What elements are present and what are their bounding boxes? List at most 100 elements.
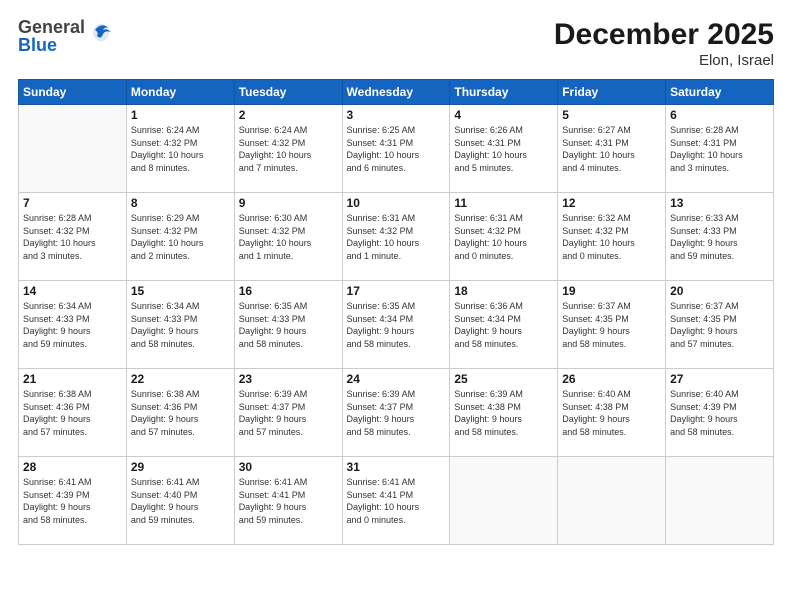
col-thursday: Thursday <box>450 80 558 105</box>
calendar-week-row: 21 Sunrise: 6:38 AM Sunset: 4:36 PM Dayli… <box>19 369 774 457</box>
location: Elon, Israel <box>554 52 774 69</box>
table-row: 11Sunrise: 6:31 AM Sunset: 4:32 PM Dayli… <box>450 193 558 281</box>
table-row <box>558 457 666 545</box>
logo-bird-icon <box>87 20 115 48</box>
table-row: 19Sunrise: 6:37 AM Sunset: 4:35 PM Dayli… <box>558 281 666 369</box>
day-info: Sunrise: 6:29 AM Sunset: 4:32 PM Dayligh… <box>131 212 230 262</box>
day-info: Sunrise: 6:35 AM Sunset: 4:34 PM Dayligh… <box>347 300 446 350</box>
table-row <box>19 105 127 193</box>
page: General Blue December 2025 Elon, Israel … <box>0 0 792 612</box>
day-number: 24 <box>347 372 446 386</box>
day-number: 1 <box>131 108 230 122</box>
day-number: 25 <box>454 372 553 386</box>
day-number: 30 <box>239 460 338 474</box>
day-number: 21 <box>23 372 122 386</box>
table-row: 23 Sunrise: 6:39 AM Sunset: 4:37 PM Dayli… <box>234 369 342 457</box>
day-info: Sunrise: 6:35 AM Sunset: 4:33 PM Dayligh… <box>239 300 338 350</box>
day-number: 28 <box>23 460 122 474</box>
day-info: Sunrise: 6:40 AM Sunset: 4:39 PM Dayligh… <box>670 388 769 438</box>
title-block: December 2025 Elon, Israel <box>554 18 774 69</box>
day-info: Sunrise: 6:40 AM Sunset: 4:38 PM Dayligh… <box>562 388 661 438</box>
table-row: 20Sunrise: 6:37 AM Sunset: 4:35 PM Dayli… <box>666 281 774 369</box>
day-number: 29 <box>131 460 230 474</box>
day-info: Sunrise: 6:41 AM Sunset: 4:41 PM Dayligh… <box>347 476 446 526</box>
day-number: 22 <box>131 372 230 386</box>
table-row: 25 Sunrise: 6:39 AM Sunset: 4:38 PM Dayli… <box>450 369 558 457</box>
table-row: 9Sunrise: 6:30 AM Sunset: 4:32 PM Daylig… <box>234 193 342 281</box>
day-info: Sunrise: 6:39 AM Sunset: 4:37 PM Dayligh… <box>347 388 446 438</box>
table-row <box>450 457 558 545</box>
calendar-week-row: 28 Sunrise: 6:41 AM Sunset: 4:39 PM Dayli… <box>19 457 774 545</box>
logo: General Blue <box>18 18 115 54</box>
day-number: 27 <box>670 372 769 386</box>
table-row: 27 Sunrise: 6:40 AM Sunset: 4:39 PM Dayli… <box>666 369 774 457</box>
day-number: 11 <box>454 196 553 210</box>
day-number: 2 <box>239 108 338 122</box>
day-info: Sunrise: 6:34 AM Sunset: 4:33 PM Dayligh… <box>131 300 230 350</box>
table-row: 21 Sunrise: 6:38 AM Sunset: 4:36 PM Dayli… <box>19 369 127 457</box>
table-row: 28 Sunrise: 6:41 AM Sunset: 4:39 PM Dayli… <box>19 457 127 545</box>
day-number: 10 <box>347 196 446 210</box>
table-row: 29 Sunrise: 6:41 AM Sunset: 4:40 PM Dayli… <box>126 457 234 545</box>
logo-general: General <box>18 18 85 36</box>
calendar-table: Sunday Monday Tuesday Wednesday Thursday… <box>18 79 774 545</box>
table-row: 14 Sunrise: 6:34 AM Sunset: 4:33 PM Dayli… <box>19 281 127 369</box>
col-sunday: Sunday <box>19 80 127 105</box>
day-number: 7 <box>23 196 122 210</box>
day-info: Sunrise: 6:34 AM Sunset: 4:33 PM Dayligh… <box>23 300 122 350</box>
calendar-week-row: 7 Sunrise: 6:28 AM Sunset: 4:32 PM Daylig… <box>19 193 774 281</box>
day-number: 4 <box>454 108 553 122</box>
day-info: Sunrise: 6:38 AM Sunset: 4:36 PM Dayligh… <box>23 388 122 438</box>
table-row: 26 Sunrise: 6:40 AM Sunset: 4:38 PM Dayli… <box>558 369 666 457</box>
table-row: 6 Sunrise: 6:28 AM Sunset: 4:31 PM Daylig… <box>666 105 774 193</box>
day-info: Sunrise: 6:28 AM Sunset: 4:32 PM Dayligh… <box>23 212 122 262</box>
col-monday: Monday <box>126 80 234 105</box>
table-row: 5Sunrise: 6:27 AM Sunset: 4:31 PM Daylig… <box>558 105 666 193</box>
day-info: Sunrise: 6:41 AM Sunset: 4:39 PM Dayligh… <box>23 476 122 526</box>
table-row: 10Sunrise: 6:31 AM Sunset: 4:32 PM Dayli… <box>342 193 450 281</box>
logo-text-block: General Blue <box>18 18 85 54</box>
logo-blue: Blue <box>18 36 85 54</box>
day-number: 12 <box>562 196 661 210</box>
day-info: Sunrise: 6:27 AM Sunset: 4:31 PM Dayligh… <box>562 124 661 174</box>
day-number: 31 <box>347 460 446 474</box>
day-number: 19 <box>562 284 661 298</box>
day-number: 14 <box>23 284 122 298</box>
day-info: Sunrise: 6:41 AM Sunset: 4:40 PM Dayligh… <box>131 476 230 526</box>
day-number: 6 <box>670 108 769 122</box>
table-row: 18 Sunrise: 6:36 AM Sunset: 4:34 PM Dayli… <box>450 281 558 369</box>
col-tuesday: Tuesday <box>234 80 342 105</box>
day-info: Sunrise: 6:25 AM Sunset: 4:31 PM Dayligh… <box>347 124 446 174</box>
day-info: Sunrise: 6:24 AM Sunset: 4:32 PM Dayligh… <box>131 124 230 174</box>
day-number: 3 <box>347 108 446 122</box>
day-info: Sunrise: 6:32 AM Sunset: 4:32 PM Dayligh… <box>562 212 661 262</box>
day-info: Sunrise: 6:28 AM Sunset: 4:31 PM Dayligh… <box>670 124 769 174</box>
day-number: 13 <box>670 196 769 210</box>
col-wednesday: Wednesday <box>342 80 450 105</box>
col-saturday: Saturday <box>666 80 774 105</box>
day-number: 26 <box>562 372 661 386</box>
day-info: Sunrise: 6:24 AM Sunset: 4:32 PM Dayligh… <box>239 124 338 174</box>
calendar-week-row: 1 Sunrise: 6:24 AM Sunset: 4:32 PM Daylig… <box>19 105 774 193</box>
table-row: 13Sunrise: 6:33 AM Sunset: 4:33 PM Dayli… <box>666 193 774 281</box>
table-row <box>666 457 774 545</box>
table-row: 17Sunrise: 6:35 AM Sunset: 4:34 PM Dayli… <box>342 281 450 369</box>
day-info: Sunrise: 6:39 AM Sunset: 4:38 PM Dayligh… <box>454 388 553 438</box>
day-info: Sunrise: 6:41 AM Sunset: 4:41 PM Dayligh… <box>239 476 338 526</box>
table-row: 30 Sunrise: 6:41 AM Sunset: 4:41 PM Dayli… <box>234 457 342 545</box>
day-info: Sunrise: 6:30 AM Sunset: 4:32 PM Dayligh… <box>239 212 338 262</box>
day-number: 23 <box>239 372 338 386</box>
table-row: 12 Sunrise: 6:32 AM Sunset: 4:32 PM Dayli… <box>558 193 666 281</box>
table-row: 24 Sunrise: 6:39 AM Sunset: 4:37 PM Dayli… <box>342 369 450 457</box>
table-row: 2 Sunrise: 6:24 AM Sunset: 4:32 PM Daylig… <box>234 105 342 193</box>
day-info: Sunrise: 6:39 AM Sunset: 4:37 PM Dayligh… <box>239 388 338 438</box>
day-info: Sunrise: 6:36 AM Sunset: 4:34 PM Dayligh… <box>454 300 553 350</box>
day-number: 18 <box>454 284 553 298</box>
month-title: December 2025 <box>554 18 774 52</box>
table-row: 22Sunrise: 6:38 AM Sunset: 4:36 PM Dayli… <box>126 369 234 457</box>
table-row: 3 Sunrise: 6:25 AM Sunset: 4:31 PM Daylig… <box>342 105 450 193</box>
table-row: 4Sunrise: 6:26 AM Sunset: 4:31 PM Daylig… <box>450 105 558 193</box>
calendar-header-row: Sunday Monday Tuesday Wednesday Thursday… <box>19 80 774 105</box>
table-row: 7 Sunrise: 6:28 AM Sunset: 4:32 PM Daylig… <box>19 193 127 281</box>
table-row: 15Sunrise: 6:34 AM Sunset: 4:33 PM Dayli… <box>126 281 234 369</box>
